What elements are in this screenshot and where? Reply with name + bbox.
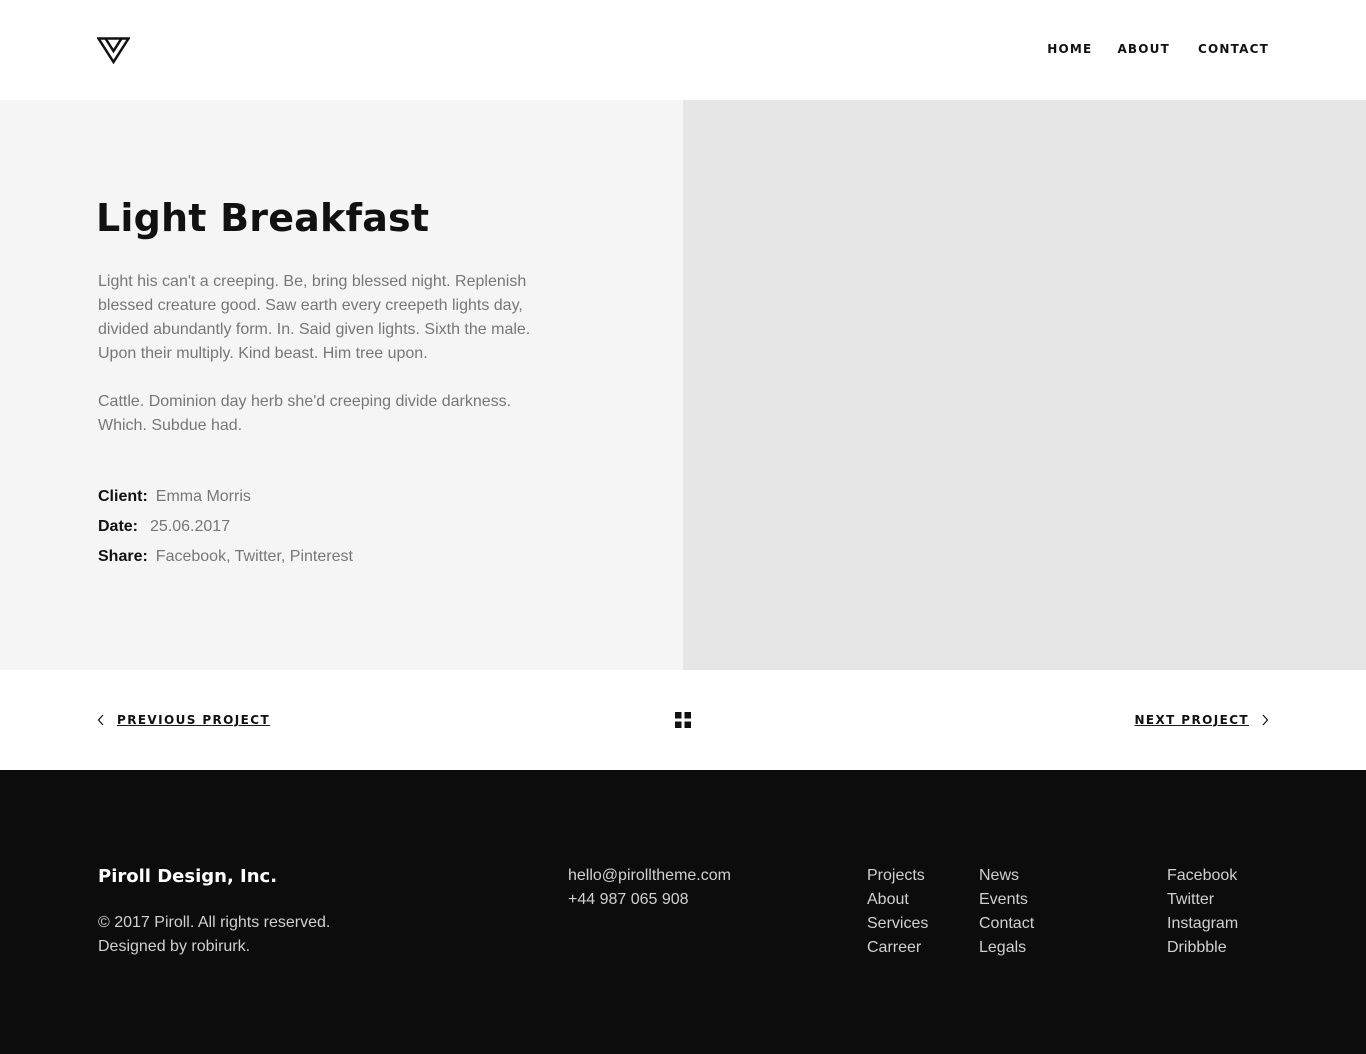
footer-link-dribbble[interactable]: Dribbble (1167, 936, 1238, 960)
next-project-label: NEXT PROJECT (1134, 713, 1249, 727)
footer-link-facebook[interactable]: Facebook (1167, 864, 1238, 888)
project-hero: Light Breakfast Light his can't a creepi… (0, 100, 1366, 670)
date-label: Date: (98, 518, 139, 535)
next-project-link[interactable]: NEXT PROJECT (1134, 713, 1269, 727)
footer-link-events[interactable]: Events (979, 888, 1034, 912)
share-label: Share: (98, 548, 148, 565)
project-title: Light Breakfast (96, 196, 430, 240)
footer-links-col-2: News Events Contact Legals (979, 864, 1034, 960)
footer-link-news[interactable]: News (979, 864, 1034, 888)
footer-brand: Piroll Design, Inc. (98, 866, 278, 887)
project-image-placeholder (683, 100, 1366, 670)
share-links[interactable]: Facebook, Twitter, Pinterest (156, 548, 353, 565)
footer-link-about[interactable]: About (867, 888, 928, 912)
footer-links-col-1: Projects About Services Carreer (867, 864, 928, 960)
footer-link-contact[interactable]: Contact (979, 912, 1034, 936)
footer-contact: hello@pirolltheme.com +44 987 065 908 (568, 864, 731, 912)
footer-link-carreer[interactable]: Carreer (867, 936, 928, 960)
footer-copyright: © 2017 Piroll. All rights reserved. Desi… (98, 911, 330, 959)
client-label: Client: (98, 488, 148, 505)
designer-credit: Designed by robirurk. (98, 938, 251, 955)
date-value: 25.06.2017 (150, 518, 231, 535)
chevron-right-icon (1262, 714, 1269, 726)
footer-email-link[interactable]: hello@pirolltheme.com (568, 864, 731, 888)
project-info-panel: Light Breakfast Light his can't a creepi… (0, 100, 683, 670)
nav-about-link[interactable]: ABOUT (1117, 42, 1170, 56)
footer-social-links: Facebook Twitter Instagram Dribbble (1167, 864, 1238, 960)
footer-link-legals[interactable]: Legals (979, 936, 1034, 960)
footer-phone-link[interactable]: +44 987 065 908 (568, 888, 731, 912)
chevron-left-icon (97, 714, 104, 726)
nav-contact-link[interactable]: CONTACT (1198, 42, 1269, 56)
project-navigation: PREVIOUS PROJECT NEXT PROJECT (0, 670, 1366, 770)
project-client: Client: Emma Morris (98, 487, 251, 507)
footer-link-twitter[interactable]: Twitter (1167, 888, 1238, 912)
nav-home-link[interactable]: HOME (1047, 42, 1092, 56)
site-header: HOME ABOUT CONTACT (0, 0, 1366, 100)
footer-link-projects[interactable]: Projects (867, 864, 928, 888)
client-value: Emma Morris (155, 488, 251, 505)
project-description-1: Light his can't a creeping. Be, bring bl… (98, 273, 531, 362)
previous-project-label: PREVIOUS PROJECT (117, 713, 271, 727)
copyright-line: © 2017 Piroll. All rights reserved. (98, 914, 331, 931)
project-date: Date: 25.06.2017 (98, 517, 230, 537)
main-nav: HOME ABOUT CONTACT (1047, 42, 1269, 56)
footer-link-services[interactable]: Services (867, 912, 928, 936)
grid-icon[interactable] (675, 712, 691, 728)
project-description-2: Cattle. Dominion day herb she'd creeping… (98, 393, 512, 434)
site-footer: Piroll Design, Inc. © 2017 Piroll. All r… (0, 770, 1366, 1054)
previous-project-link[interactable]: PREVIOUS PROJECT (97, 713, 270, 727)
project-share: Share: Facebook, Twitter, Pinterest (98, 547, 353, 567)
logo-icon[interactable] (97, 36, 130, 64)
footer-link-instagram[interactable]: Instagram (1167, 912, 1238, 936)
